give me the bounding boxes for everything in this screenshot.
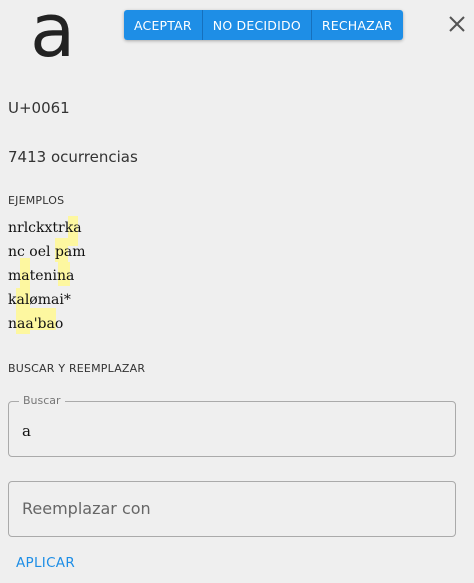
- occurrence-count: 7413 ocurrencias: [8, 148, 138, 166]
- glyph-preview: a: [30, 0, 76, 74]
- search-input[interactable]: a: [22, 422, 31, 440]
- example-line: kalømai*: [8, 292, 71, 308]
- examples-image: nrlckxtrka nc oel pam matenina kalømai* …: [8, 216, 128, 340]
- apply-button[interactable]: APLICAR: [16, 555, 75, 571]
- decision-button-group: ACEPTAR NO DECIDIDO RECHAZAR: [124, 10, 403, 40]
- example-line: naa'bao: [8, 316, 64, 332]
- example-line: matenina: [8, 268, 75, 284]
- reject-button[interactable]: RECHAZAR: [311, 10, 403, 40]
- search-field-label: Buscar: [19, 394, 65, 407]
- close-icon[interactable]: [446, 13, 468, 35]
- replace-field[interactable]: Reemplazar con: [8, 481, 456, 537]
- accept-button[interactable]: ACEPTAR: [124, 10, 203, 40]
- replace-input[interactable]: Reemplazar con: [22, 499, 151, 518]
- search-replace-heading: BUSCAR Y REEMPLAZAR: [8, 362, 146, 375]
- search-field[interactable]: Buscar a: [8, 394, 456, 457]
- examples-heading: EJEMPLOS: [8, 194, 65, 207]
- example-line: nrlckxtrka: [8, 220, 82, 236]
- undecided-button[interactable]: NO DECIDIDO: [202, 10, 312, 40]
- example-line: nc oel pam: [8, 244, 86, 260]
- codepoint-label: U+0061: [8, 99, 70, 117]
